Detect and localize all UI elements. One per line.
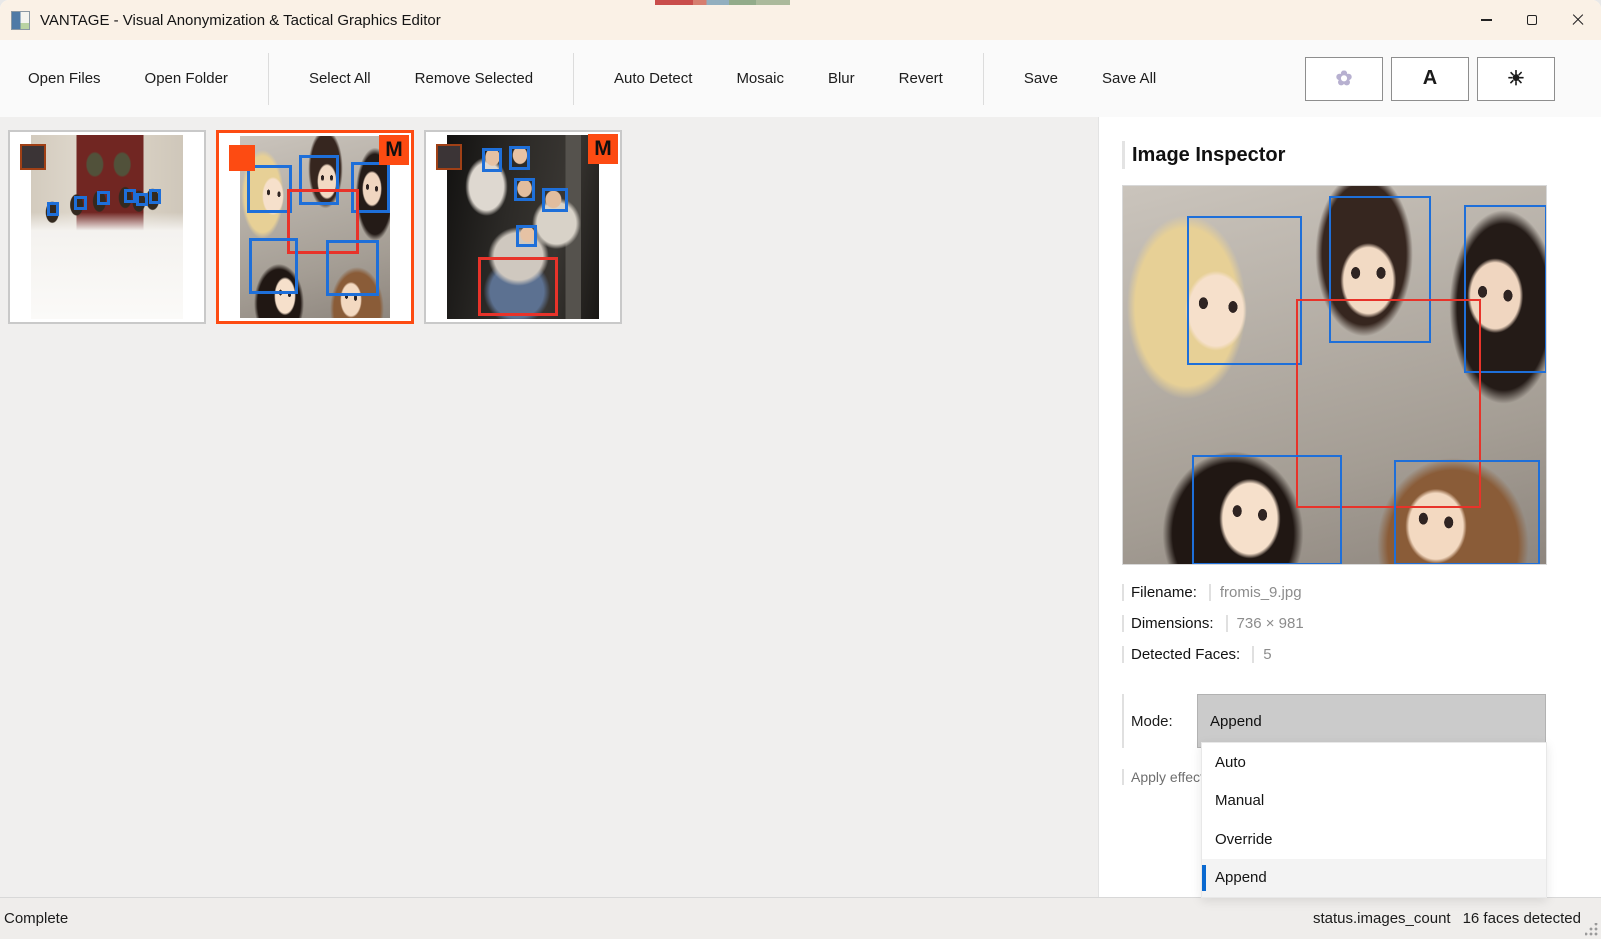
blue-detection-box <box>516 225 538 247</box>
blue-detection-box <box>326 240 379 296</box>
preview-image <box>1122 185 1547 565</box>
background-window-artifact <box>655 0 790 5</box>
mosaic-button[interactable]: Mosaic <box>714 56 806 101</box>
blue-detection-box <box>514 178 536 201</box>
close-icon <box>1572 14 1584 26</box>
toolbar-icon-group: ✿ A ☀ <box>1305 57 1555 101</box>
blue-detection-box <box>97 191 109 205</box>
minimize-icon <box>1481 19 1492 20</box>
mode-option-auto[interactable]: Auto <box>1202 743 1546 782</box>
filename-value: fromis_9.jpg <box>1209 584 1302 601</box>
app-window: VANTAGE - Visual Anonymization & Tactica… <box>0 0 1601 939</box>
revert-button[interactable]: Revert <box>877 56 965 101</box>
app-icon <box>11 11 30 30</box>
blue-detection-box <box>124 189 136 203</box>
maximize-button[interactable] <box>1509 0 1555 40</box>
detected-faces-row: Detected Faces: 5 <box>1122 639 1546 670</box>
detected-faces-label: Detected Faces: <box>1122 646 1240 663</box>
thumbnail-2-checkbox[interactable] <box>229 145 255 171</box>
remove-selected-button[interactable]: Remove Selected <box>393 56 555 101</box>
panel-title: Image Inspector <box>1122 141 1546 169</box>
window-title: VANTAGE - Visual Anonymization & Tactica… <box>40 12 441 29</box>
toolbar-separator <box>983 53 984 105</box>
blue-detection-box <box>47 202 59 216</box>
mode-option-manual[interactable]: Manual <box>1202 782 1546 821</box>
resize-grip[interactable] <box>1585 923 1598 936</box>
toolbar-separator <box>573 53 574 105</box>
detected-faces-value: 5 <box>1252 646 1271 663</box>
minimize-button[interactable] <box>1463 0 1509 40</box>
main-area: M M Image Inspector Filename: <box>0 117 1601 897</box>
status-right: status.images_count 16 faces detected <box>1313 910 1581 927</box>
sun-icon: ☀ <box>1507 66 1525 91</box>
title-bar: VANTAGE - Visual Anonymization & Tactica… <box>0 0 1601 40</box>
blue-detection-box <box>1192 455 1342 565</box>
apply-effect-button[interactable]: Apply effect <box>1122 769 1204 785</box>
save-button[interactable]: Save <box>1002 56 1080 101</box>
mode-option-append[interactable]: Append <box>1202 859 1546 898</box>
status-faces-detected: 16 faces detected <box>1463 910 1581 927</box>
thumbnail-1-photo <box>31 135 183 319</box>
toolbar-separator <box>268 53 269 105</box>
mode-option-override[interactable]: Override <box>1202 820 1546 859</box>
blue-detection-box <box>509 146 530 170</box>
thumbnail-gallery: M M <box>0 117 1098 897</box>
modified-badge: M <box>379 135 409 165</box>
mode-dropdown-popup: Auto Manual Override Append <box>1201 742 1547 898</box>
thumbnail-3[interactable]: M <box>424 130 622 324</box>
blue-detection-box <box>542 188 569 212</box>
auto-detect-button[interactable]: Auto Detect <box>592 56 714 101</box>
blue-detection-box <box>249 238 298 294</box>
status-message: Complete <box>4 910 68 927</box>
status-images-count-key: status.images_count <box>1313 910 1451 927</box>
image-inspector-panel: Image Inspector Filename: fromis_9.jpg D… <box>1098 117 1601 897</box>
blue-detection-box <box>1394 460 1540 564</box>
blue-detection-box <box>149 189 161 203</box>
brightness-button[interactable]: ☀ <box>1477 57 1555 101</box>
save-all-button[interactable]: Save All <box>1080 56 1178 101</box>
blue-detection-box <box>136 193 147 206</box>
thumbnail-1-checkbox[interactable] <box>20 144 46 170</box>
red-detection-box <box>478 257 558 316</box>
dimensions-label: Dimensions: <box>1122 615 1214 632</box>
filename-row: Filename: fromis_9.jpg <box>1122 577 1546 608</box>
window-controls <box>1463 0 1601 40</box>
filename-label: Filename: <box>1122 584 1197 601</box>
mode-row: Mode: Append <box>1122 694 1546 748</box>
dimensions-row: Dimensions: 736 × 981 <box>1122 608 1546 639</box>
thumbnail-1-image <box>31 135 183 319</box>
settings-button[interactable]: ✿ <box>1305 57 1383 101</box>
thumbnail-1[interactable] <box>8 130 206 324</box>
annotate-button[interactable]: A <box>1391 57 1469 101</box>
dimensions-value: 736 × 981 <box>1226 615 1304 632</box>
toolbar: Open Files Open Folder Select All Remove… <box>0 40 1601 117</box>
gear-flower-icon: ✿ <box>1336 66 1353 91</box>
letter-a-icon: A <box>1423 67 1437 90</box>
thumbnail-2[interactable]: M <box>216 130 414 324</box>
thumbnail-3-checkbox[interactable] <box>436 144 462 170</box>
thumbnail-2-photo <box>240 136 390 318</box>
open-folder-button[interactable]: Open Folder <box>123 56 250 101</box>
blue-detection-box <box>74 196 86 210</box>
mode-label: Mode: <box>1122 694 1197 748</box>
select-all-button[interactable]: Select All <box>287 56 393 101</box>
blur-button[interactable]: Blur <box>806 56 877 101</box>
thumbnail-3-photo <box>447 135 599 319</box>
blue-detection-box <box>247 165 292 212</box>
metadata-fields: Filename: fromis_9.jpg Dimensions: 736 ×… <box>1122 577 1546 670</box>
status-bar: Complete status.images_count 16 faces de… <box>0 897 1601 939</box>
mode-dropdown[interactable]: Append <box>1197 694 1546 748</box>
blue-detection-box <box>482 148 503 172</box>
close-button[interactable] <box>1555 0 1601 40</box>
maximize-icon <box>1527 15 1537 25</box>
blue-detection-box <box>1187 216 1302 365</box>
modified-badge: M <box>588 134 618 164</box>
open-files-button[interactable]: Open Files <box>6 56 123 101</box>
